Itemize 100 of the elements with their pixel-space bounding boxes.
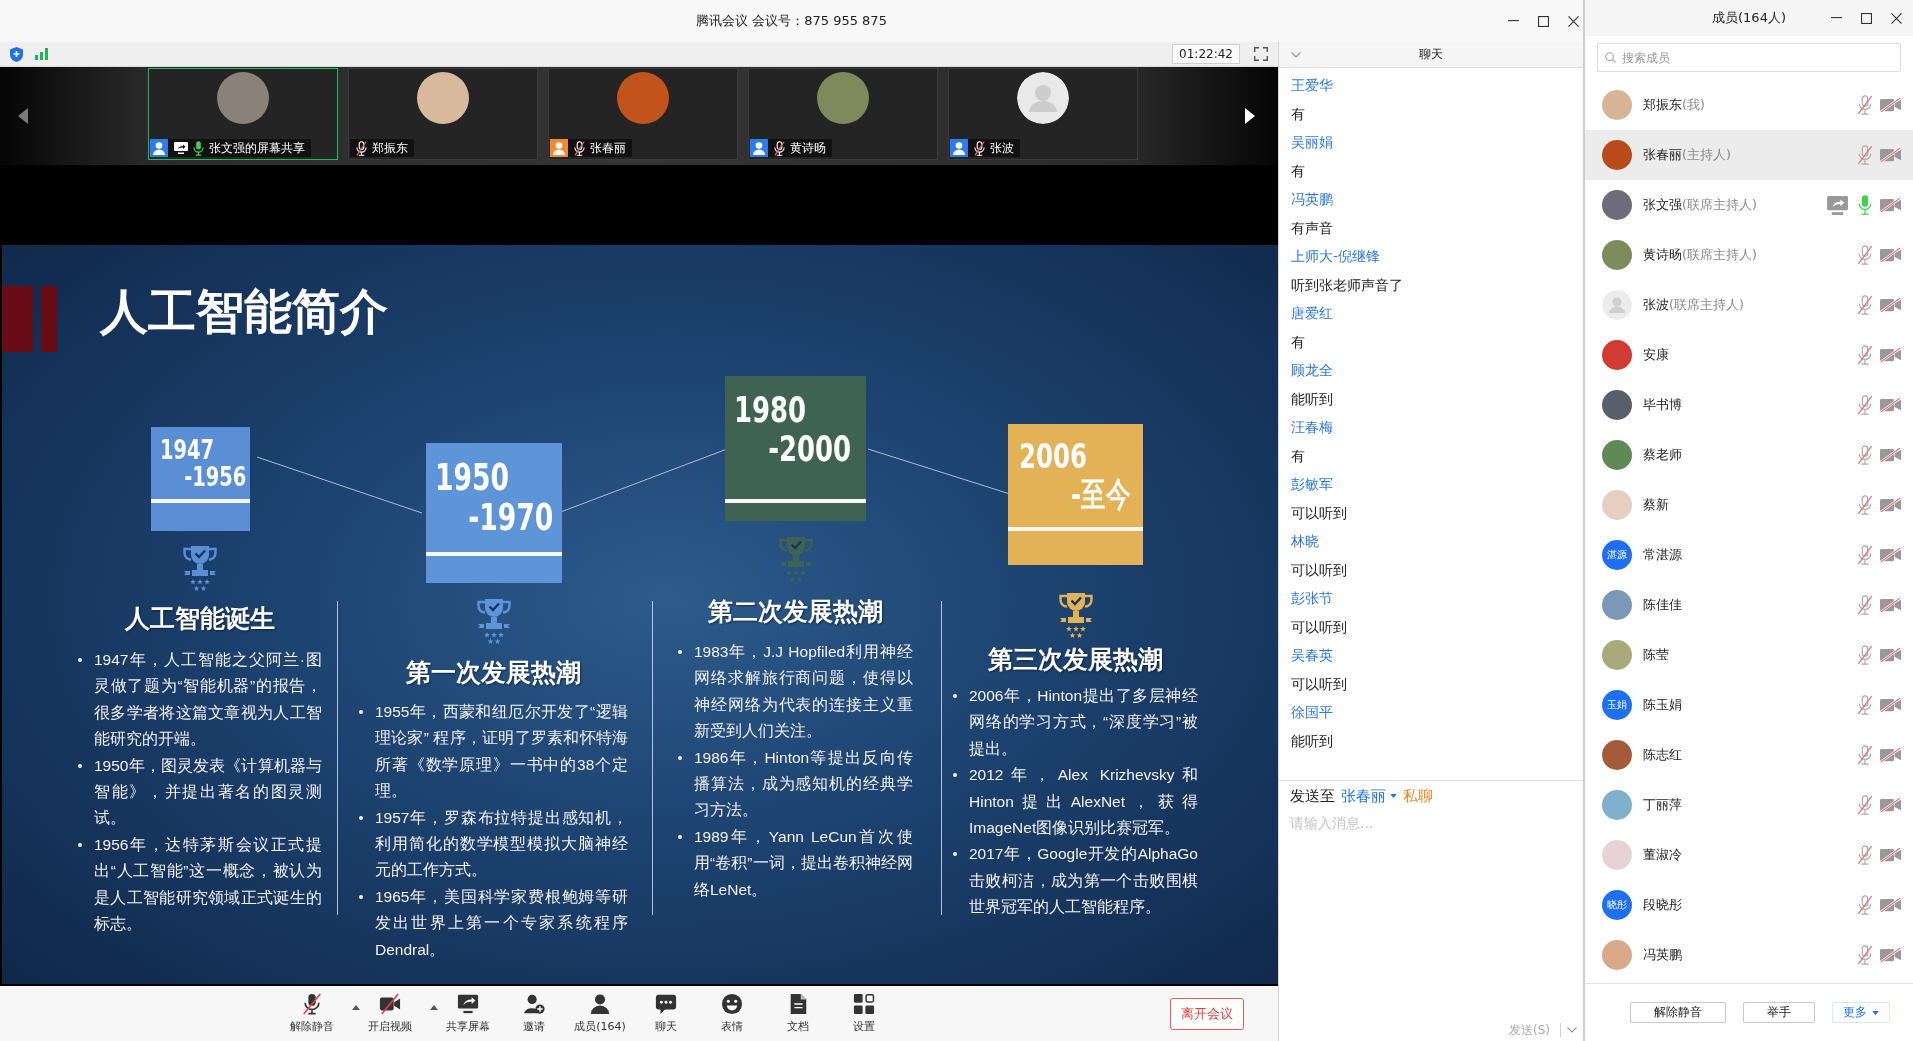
minimize-icon[interactable] [1508,20,1519,22]
search-field[interactable]: 搜索成员 [1597,43,1901,72]
video-off-icon[interactable] [1880,98,1901,112]
member-row[interactable]: 陈莹 [1585,630,1913,680]
reactions-button[interactable]: 表情 [702,989,762,1038]
video-off-icon[interactable] [1880,148,1901,162]
members-button[interactable]: 成员(164) [570,989,630,1038]
member-role: (联席主持人) [1669,296,1744,314]
chat-title: 聊天 [1419,46,1443,63]
video-off-icon[interactable] [1880,748,1901,762]
leave-meeting-button[interactable]: 离开会议 [1170,997,1244,1030]
muted-microphone-icon[interactable] [1857,745,1873,765]
muted-microphone-icon[interactable] [1857,345,1873,365]
muted-microphone-icon[interactable] [1857,945,1873,965]
member-row[interactable]: 黄诗旸(联席主持人) [1585,230,1913,280]
member-row[interactable]: 毕书博 [1585,380,1913,430]
fullscreen-icon[interactable] [1254,47,1268,61]
left-arrow-icon[interactable] [18,108,28,124]
member-row[interactable]: 冯英鹏 [1585,930,1913,980]
muted-microphone-icon[interactable] [1857,295,1873,315]
video-off-icon[interactable] [1880,348,1901,362]
bullet-icon [359,815,363,820]
right-arrow-icon[interactable] [1245,108,1255,124]
close-icon[interactable] [1891,12,1902,24]
muted-microphone-icon[interactable] [1857,895,1873,915]
muted-microphone-icon[interactable] [1857,695,1873,715]
member-row[interactable]: 张春丽(主持人) [1585,130,1913,180]
signal-icon[interactable] [35,48,48,60]
member-row[interactable]: 晓彤 段晓彤 [1585,880,1913,930]
invite-button[interactable]: 邀请 [504,989,564,1038]
member-row[interactable]: 张波(联席主持人) [1585,280,1913,330]
video-off-icon[interactable] [1880,298,1901,312]
video-off-icon[interactable] [1880,498,1901,512]
muted-microphone-icon[interactable] [1857,445,1873,465]
caret-icon [1390,794,1397,798]
member-row[interactable]: 玉娟 陈玉娟 [1585,680,1913,730]
muted-microphone-icon[interactable] [1857,245,1873,265]
member-row[interactable]: 董淑冷 [1585,830,1913,880]
member-row[interactable]: 湛源 常湛源 [1585,530,1913,580]
documents-button[interactable]: 文档 [768,989,828,1038]
unmute-button[interactable]: 解除静音 [282,989,342,1038]
video-off-icon[interactable] [1880,898,1901,912]
member-row[interactable]: 丁丽萍 [1585,780,1913,830]
video-off-icon[interactable] [1880,698,1901,712]
muted-microphone-icon[interactable] [1857,845,1873,865]
member-row[interactable]: 蔡新 [1585,480,1913,530]
video-off-icon[interactable] [1880,548,1901,562]
video-off-icon[interactable] [1880,448,1901,462]
screen-share-icon[interactable] [1827,195,1848,215]
chevron-down-icon[interactable] [1567,1027,1577,1033]
microphone-icon[interactable] [1857,195,1873,215]
member-name: 冯英鹏 [1643,946,1682,964]
muted-microphone-icon[interactable] [1857,595,1873,615]
muted-microphone-icon[interactable] [1857,645,1873,665]
trophy-icon [475,598,512,645]
video-off-icon[interactable] [1880,198,1901,212]
member-role: (联席主持人) [1682,246,1757,264]
video-off-icon[interactable] [1880,648,1901,662]
bullet-text: 2017年，Google开发的AlphaGo击败柯洁，成为第一个击败围棋世界冠军的人工智能程序。 [969,844,1198,918]
minimize-icon[interactable] [1831,17,1842,19]
more-menu-button[interactable]: 更多 [1832,1002,1890,1023]
share-screen-button[interactable]: 共享屏幕 [438,989,498,1038]
sender-name: 唐爱红 [1291,304,1333,323]
member-row[interactable]: 陈佳佳 [1585,580,1913,630]
muted-microphone-icon[interactable] [1857,795,1873,815]
close-icon[interactable] [1568,15,1579,27]
muted-microphone-icon[interactable] [1857,495,1873,515]
video-off-icon[interactable] [1880,398,1901,412]
member-name: 段晓彤 [1643,896,1682,914]
member-row[interactable]: 蔡老师 [1585,430,1913,480]
panel-button[interactable]: 解除静音 [1630,1002,1726,1023]
caret-icon[interactable] [430,1005,438,1010]
video-off-icon[interactable] [1880,948,1901,962]
member-row[interactable]: 安康 [1585,330,1913,380]
member-row[interactable]: 郑振东(我) [1585,80,1913,130]
caret-icon[interactable] [352,1005,360,1010]
member-row[interactable]: 陈志红 [1585,730,1913,780]
video-off-icon[interactable] [1880,598,1901,612]
start-video-button[interactable]: 开启视频 [360,989,420,1038]
settings-button[interactable]: 设置 [834,989,894,1038]
panel-button[interactable]: 举手 [1743,1002,1815,1023]
video-off-icon[interactable] [1880,248,1901,262]
muted-microphone-icon[interactable] [1857,545,1873,565]
sender-name: 汪春梅 [1291,418,1333,437]
recipient-dropdown[interactable]: 张春丽 [1341,786,1397,806]
shield-icon[interactable] [10,46,23,62]
chevron-down-icon[interactable] [1291,51,1301,58]
default-avatar-icon [1017,72,1069,124]
muted-microphone-icon[interactable] [1857,395,1873,415]
message-text: 有 [1291,332,1305,352]
member-name: 董淑冷 [1643,846,1682,864]
video-off-icon[interactable] [1880,848,1901,862]
video-off-icon[interactable] [1880,798,1901,812]
member-row[interactable]: 张文强(联席主持人) [1585,180,1913,230]
initials-avatar: 玉娟 [1602,690,1632,720]
maximize-icon[interactable] [1861,12,1872,24]
maximize-icon[interactable] [1538,15,1549,27]
muted-microphone-icon[interactable] [1857,95,1873,115]
chat-button[interactable]: 聊天 [636,989,696,1038]
muted-microphone-icon[interactable] [1857,145,1873,165]
